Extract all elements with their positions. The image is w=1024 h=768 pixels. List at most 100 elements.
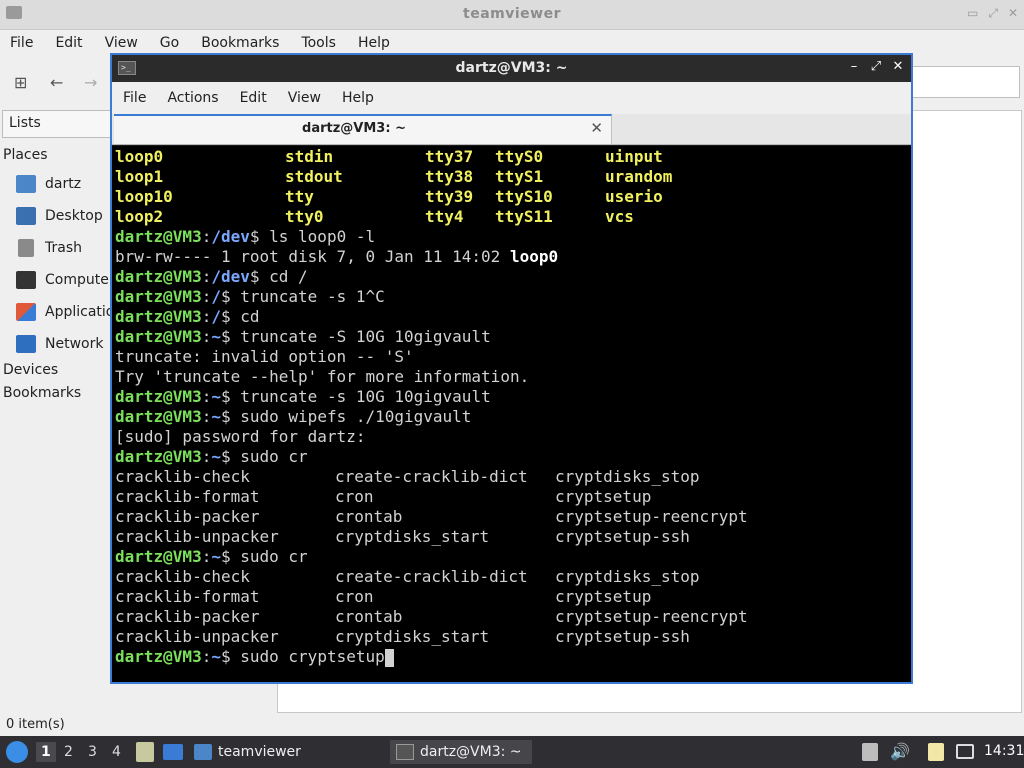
task-label: dartz@VM3: ~ [420,744,522,760]
dev-entry: stdout [285,167,343,186]
fm-menu-bookmarks[interactable]: Bookmarks [201,35,279,51]
place-label: Desktop [45,208,103,224]
tab-close-icon[interactable]: ✕ [590,119,603,137]
terminal-line: loop0 stdin tty37 ttyS0 uinput [115,147,911,167]
terminal-tab[interactable]: dartz@VM3: ~ ✕ [114,114,612,144]
maximize-icon[interactable]: ⤢ [869,59,883,74]
volume-icon[interactable]: 🔊 [890,742,910,761]
place-home[interactable]: dartz [16,173,81,195]
term-menu-file[interactable]: File [123,90,146,106]
bookmarks-heading: Bookmarks [3,385,82,401]
dev-entry: loop2 [115,207,164,226]
term-menu-view[interactable]: View [288,90,321,106]
place-label: Trash [45,240,82,256]
completion-entry: cracklib-packer [115,607,260,626]
fm-menu-view[interactable]: View [105,35,138,51]
app-menu-icon[interactable] [6,741,28,763]
new-tab-icon[interactable]: ⊞ [14,73,27,92]
minimize-icon[interactable]: – [847,59,861,74]
forward-arrow-icon[interactable]: → [84,73,97,92]
dev-entry: ttyS0 [495,147,544,166]
term-menu-actions[interactable]: Actions [167,90,218,106]
close-icon[interactable]: ✕ [1008,6,1018,21]
workspace-3[interactable]: 3 [88,744,97,760]
terminal-line: dartz@VM3:~$ sudo wipefs ./10gigvault [115,407,911,427]
prompt-user: dartz@VM3 [115,647,202,666]
clock[interactable]: 14:31 [984,743,1024,759]
fm-titlebar[interactable]: teamviewer ▭ ⤢ ✕ [0,0,1024,30]
prompt-path: ~ [211,387,221,406]
terminal-line: dartz@VM3:~$ truncate -s 10G 10gigvault [115,387,911,407]
side-pane-selector[interactable]: Lists [2,110,122,138]
terminal-line: Try 'truncate --help' for more informati… [115,367,911,387]
completion-entry: cryptdisks_stop [555,467,700,486]
prompt-sep: : [201,447,212,466]
completion-entry: cron [335,587,374,606]
terminal-line: [sudo] password for dartz: [115,427,911,447]
fm-menu-go[interactable]: Go [160,35,179,51]
completion-entry: cryptsetup-reencrypt [555,507,748,526]
task-file-manager[interactable]: teamviewer [194,740,301,764]
term-menu-edit[interactable]: Edit [240,90,267,106]
location-bar[interactable] [900,66,1020,98]
fm-menu-tools[interactable]: Tools [301,35,336,51]
back-arrow-icon[interactable]: ← [50,73,63,92]
prompt-sep: : [201,647,212,666]
prompt-path: / [211,307,221,326]
workspace-1[interactable]: 1 [36,742,56,762]
terminal-output[interactable]: loop0 stdin tty37 ttyS0 uinput loop1 std… [112,146,911,682]
fm-menu-help[interactable]: Help [358,35,390,51]
file-manager-launcher-icon[interactable] [136,742,154,762]
minimize-icon[interactable]: ▭ [967,6,978,21]
terminal-titlebar[interactable]: >_ dartz@VM3: ~ – ⤢ ✕ [112,55,911,82]
notes-icon[interactable] [928,743,944,761]
command-text: $ sudo wipefs ./10gigvault [220,407,472,426]
prompt-user: dartz@VM3 [115,287,202,306]
place-network[interactable]: Network [16,333,103,355]
prompt-user: dartz@VM3 [115,387,202,406]
terminal-window: >_ dartz@VM3: ~ – ⤢ ✕ File Actions Edit … [110,53,913,684]
dev-entry: userio [605,187,663,206]
command-text: $ truncate -S 10G 10gigvault [220,327,491,346]
close-icon[interactable]: ✕ [891,59,905,74]
task-terminal[interactable]: dartz@VM3: ~ [390,740,532,764]
task-label: teamviewer [218,744,301,760]
prompt-sep: : [201,327,212,346]
taskbar-panel: 1 2 3 4 teamviewer dartz@VM3: ~ 🔊 14:31 [0,736,1024,768]
show-desktop-icon[interactable] [163,744,183,760]
completion-entry: create-cracklib-dict [335,467,528,486]
place-desktop[interactable]: Desktop [16,205,103,227]
terminal-line: truncate: invalid option -- 'S' [115,347,911,367]
place-computer[interactable]: Computer [16,269,115,291]
command-text: $ truncate -s 10G 10gigvault [220,387,491,406]
prompt-user: dartz@VM3 [115,407,202,426]
fm-menu-edit[interactable]: Edit [55,35,82,51]
command-text: $ truncate -s 1^C [220,287,385,306]
completion-entry: create-cracklib-dict [335,567,528,586]
completion-entry: crontab [335,607,403,626]
term-menu-help[interactable]: Help [342,90,374,106]
terminal-line: cracklib-format cron cryptsetup [115,487,911,507]
applications-icon [16,303,36,321]
dev-entry: tty0 [285,207,324,226]
prompt-sep: : [201,287,212,306]
text-cursor [384,648,394,667]
clipboard-icon[interactable] [862,743,878,761]
prompt-sep: : [201,227,212,246]
prompt-path: ~ [211,327,221,346]
command-text: $ cd [220,307,260,326]
output-text: [sudo] password for dartz: [115,427,366,446]
workspace-4[interactable]: 4 [112,744,121,760]
maximize-icon[interactable]: ⤢ [988,6,998,21]
place-trash[interactable]: Trash [16,237,82,259]
workspace-2[interactable]: 2 [64,744,73,760]
terminal-line: dartz@VM3:/dev$ ls loop0 -l [115,227,911,247]
terminal-tabbar: dartz@VM3: ~ ✕ [112,114,911,145]
network-status-icon[interactable] [956,744,974,759]
terminal-line: loop1 stdout tty38 ttyS1 urandom [115,167,911,187]
home-folder-icon [16,175,36,193]
network-icon [16,335,36,353]
fm-menu-file[interactable]: File [10,35,33,51]
prompt-path: /dev [211,227,250,246]
dev-entry: ttyS1 [495,167,544,186]
